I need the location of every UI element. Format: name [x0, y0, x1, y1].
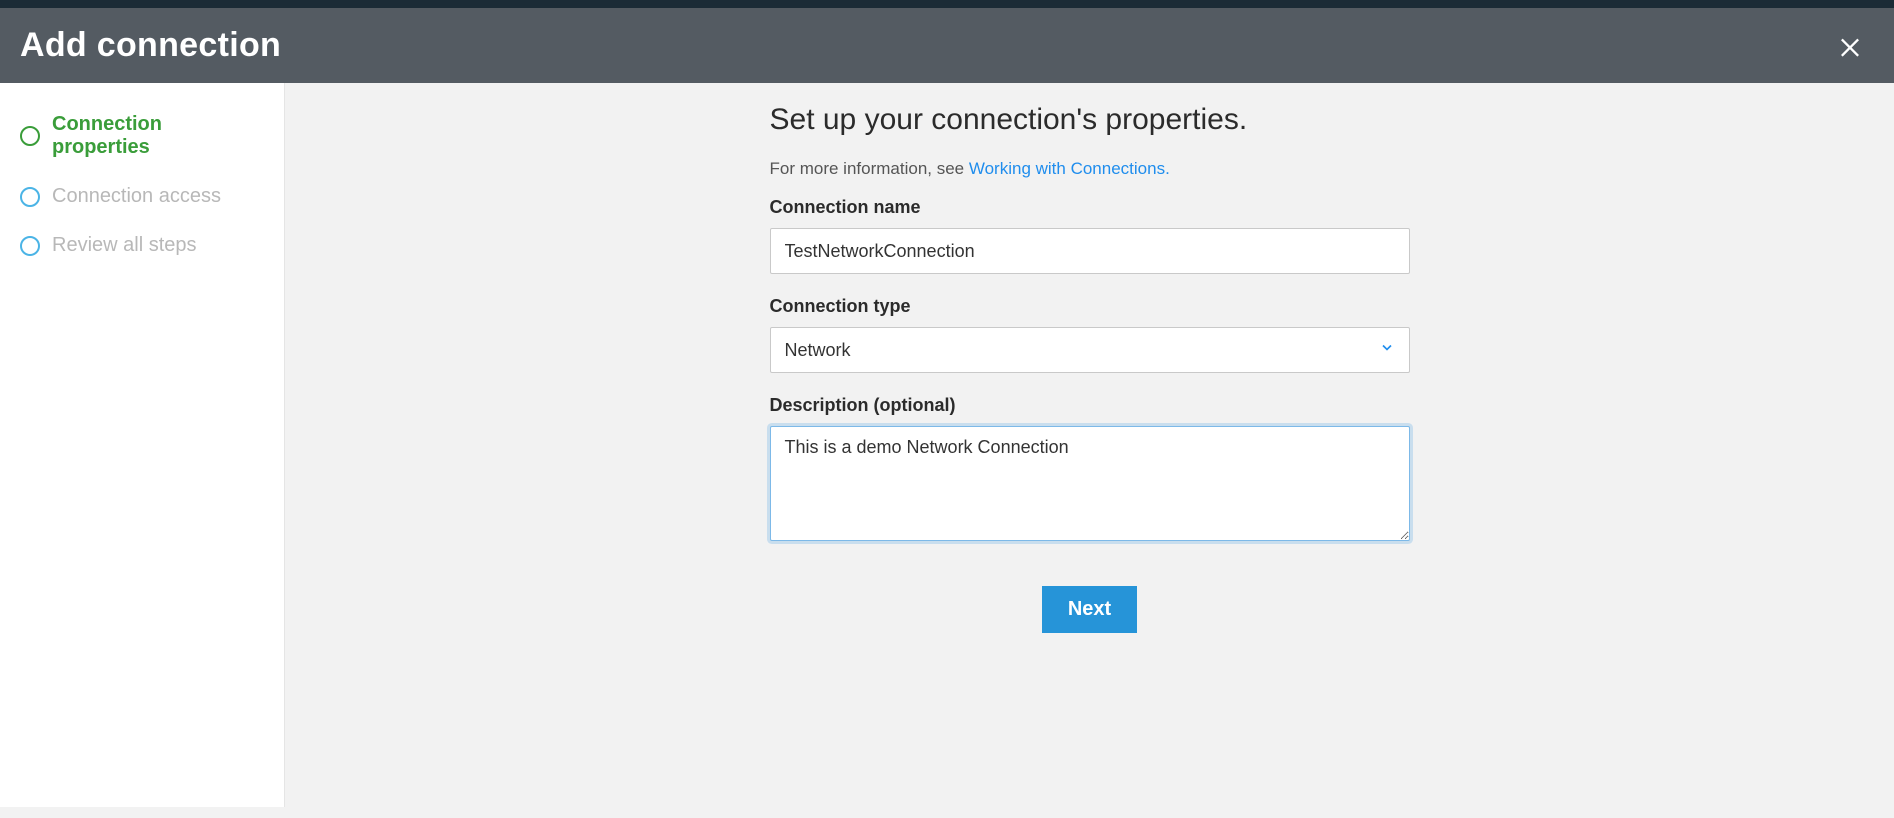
step-label: Review all steps [52, 234, 197, 257]
close-button[interactable] [1836, 32, 1864, 60]
main-panel: Set up your connection's properties. For… [285, 83, 1894, 807]
window-top-strip [0, 0, 1894, 8]
chevron-down-icon [1379, 340, 1395, 361]
connection-name-input[interactable] [770, 228, 1410, 274]
info-line: For more information, see Working with C… [770, 159, 1410, 179]
modal-title: Add connection [20, 26, 281, 65]
description-textarea[interactable]: This is a demo Network Connection [770, 426, 1410, 541]
step-indicator-icon [20, 187, 40, 207]
step-label: Connection properties [52, 113, 264, 159]
step-indicator-icon [20, 236, 40, 256]
page-heading: Set up your connection's properties. [770, 103, 1410, 137]
form-actions: Next [770, 586, 1410, 633]
connection-type-select[interactable]: Network [770, 327, 1410, 373]
step-review-all-steps[interactable]: Review all steps [20, 234, 264, 257]
wizard-sidebar: Connection properties Connection access … [0, 83, 285, 807]
info-prefix: For more information, see [770, 159, 969, 178]
form-group-description: Description (optional) This is a demo Ne… [770, 395, 1410, 546]
form-group-name: Connection name [770, 197, 1410, 274]
description-label: Description (optional) [770, 395, 1410, 416]
modal-header: Add connection [0, 8, 1894, 83]
form-wrap: Set up your connection's properties. For… [770, 103, 1410, 767]
connection-name-label: Connection name [770, 197, 1410, 218]
form-group-type: Connection type Network [770, 296, 1410, 373]
next-button[interactable]: Next [1042, 586, 1137, 633]
step-connection-properties[interactable]: Connection properties [20, 113, 264, 159]
connection-type-label: Connection type [770, 296, 1410, 317]
close-icon [1836, 32, 1864, 60]
step-label: Connection access [52, 185, 221, 208]
content-area: Connection properties Connection access … [0, 83, 1894, 807]
connection-type-value: Network [785, 340, 851, 361]
info-link[interactable]: Working with Connections. [969, 159, 1170, 178]
step-connection-access[interactable]: Connection access [20, 185, 264, 208]
step-indicator-icon [20, 126, 40, 146]
